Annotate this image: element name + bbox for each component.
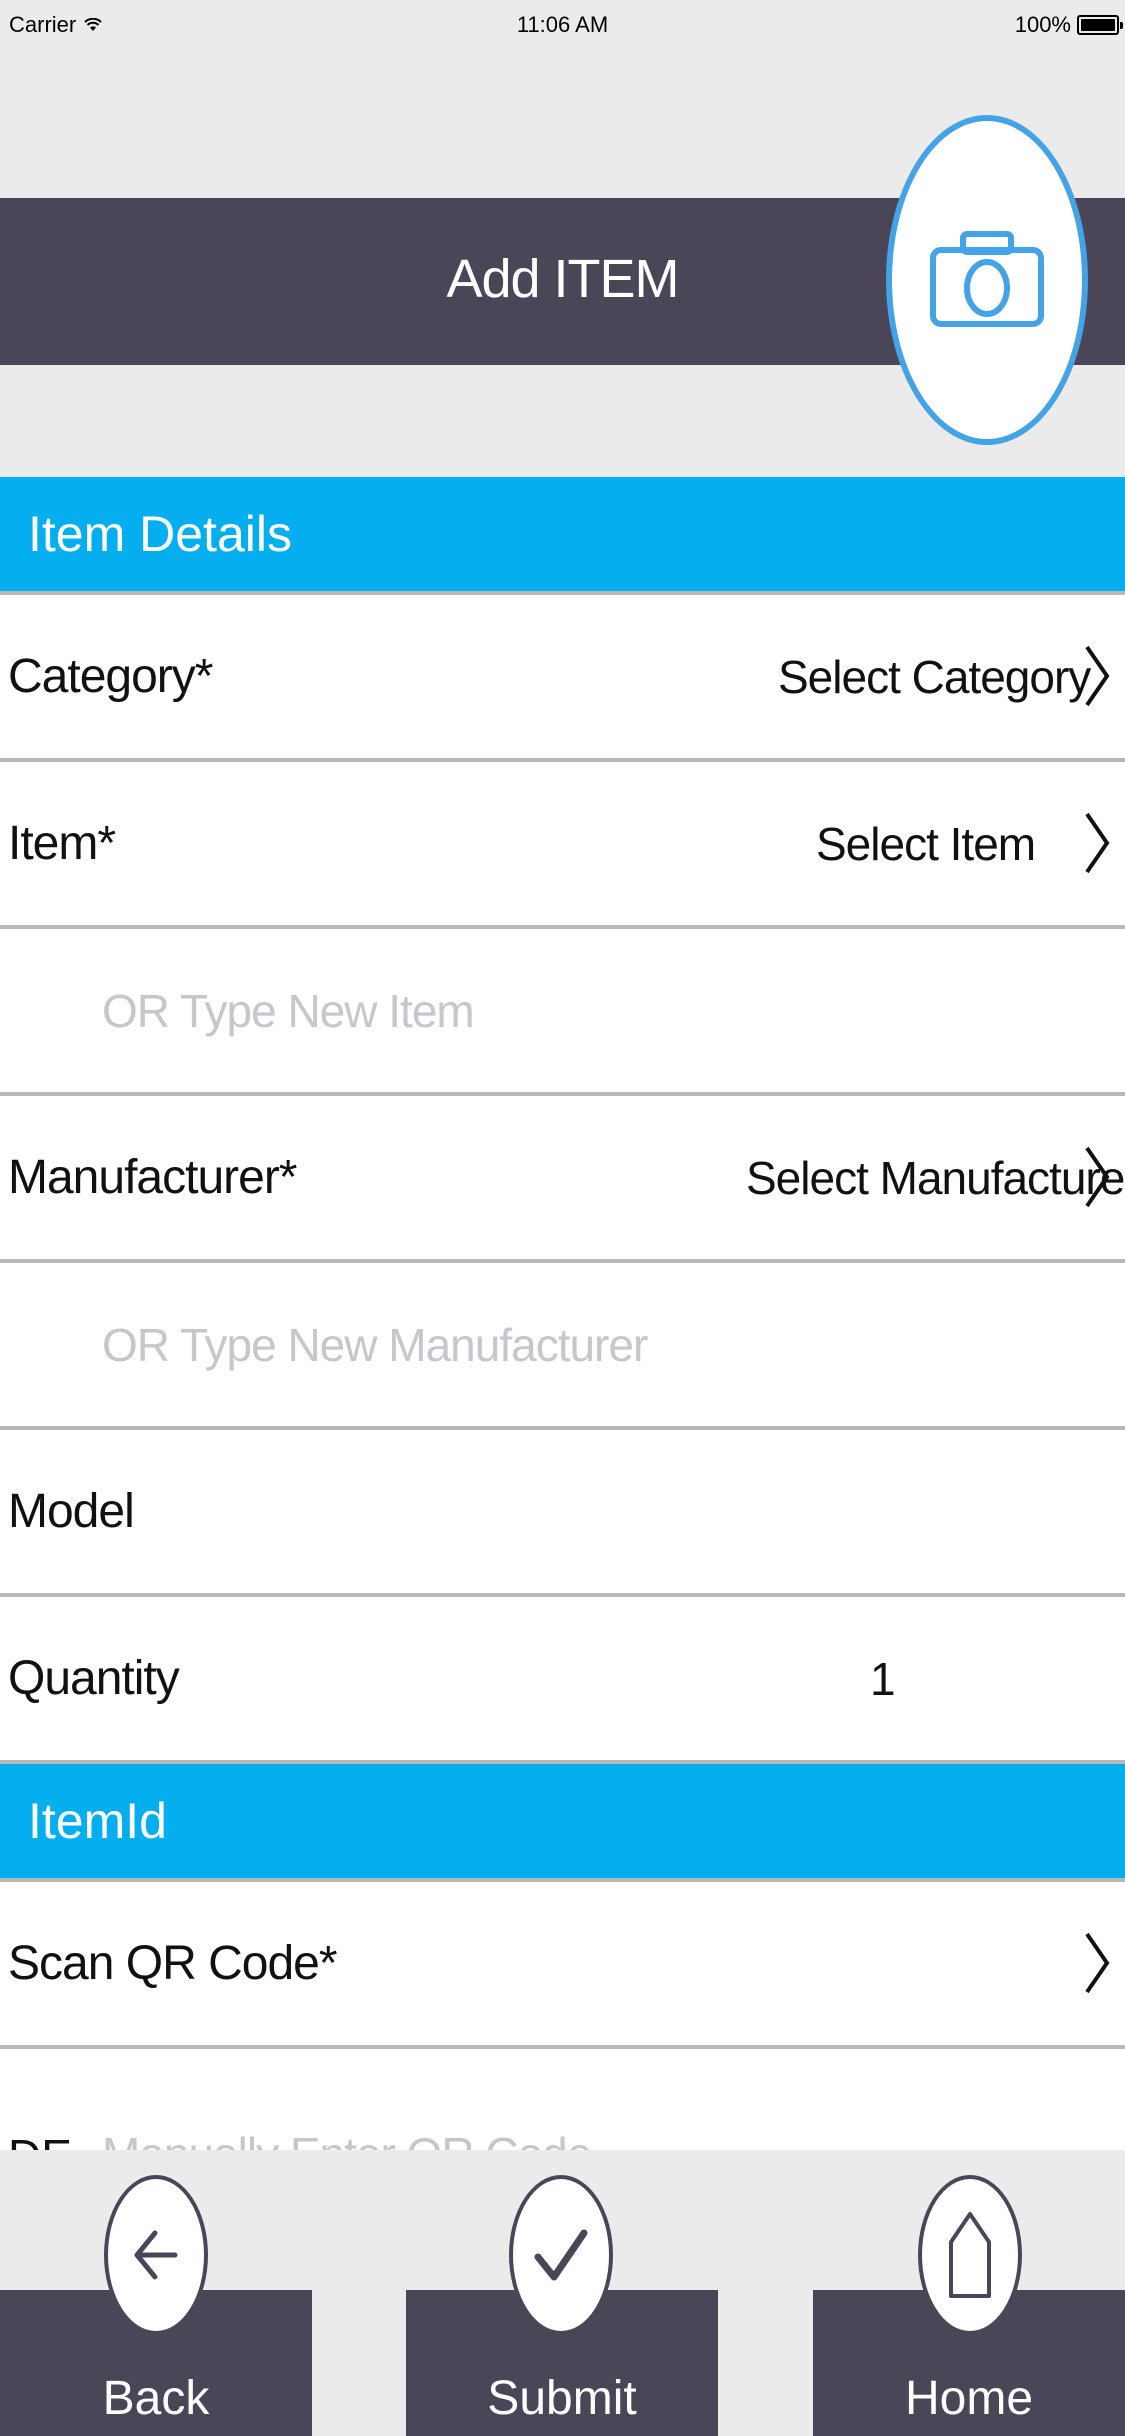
submit-label: Submit bbox=[487, 2372, 637, 2425]
manufacturer-label: Manufacturer* bbox=[8, 1151, 297, 1204]
item-value[interactable]: Select Item bbox=[816, 762, 1036, 925]
item-row[interactable]: Item* Select Item bbox=[0, 762, 1125, 929]
new-item-input[interactable] bbox=[102, 929, 1002, 1092]
chevron-right-icon bbox=[1085, 1146, 1110, 1208]
manufacturer-value[interactable]: Select Manufacturer bbox=[746, 1096, 1125, 1259]
home-label: Home bbox=[904, 2372, 1034, 2425]
checkmark-icon bbox=[534, 2229, 588, 2281]
battery-percent: 100% bbox=[1014, 12, 1071, 37]
camera-icon bbox=[930, 231, 1044, 327]
chevron-right-icon bbox=[1085, 645, 1110, 707]
category-value[interactable]: Select Category bbox=[778, 595, 1091, 758]
battery-icon bbox=[1077, 15, 1123, 35]
category-row[interactable]: Category* Select Category bbox=[0, 595, 1125, 762]
scan-qr-label: Scan QR Code* bbox=[8, 1937, 338, 1990]
chevron-right-icon bbox=[1085, 812, 1110, 874]
quantity-value[interactable]: 1 bbox=[870, 1597, 896, 1760]
new-manufacturer-row bbox=[0, 1263, 1125, 1430]
status-bar: Carrier 11:06 AM 100% bbox=[0, 0, 1125, 50]
new-item-row bbox=[0, 929, 1125, 1096]
arrow-left-icon bbox=[134, 2230, 178, 2280]
manufacturer-row[interactable]: Manufacturer* Select Manufacturer bbox=[0, 1096, 1125, 1263]
chevron-right-icon bbox=[1085, 1932, 1110, 1994]
bottom-nav: Back Submit Home bbox=[0, 2150, 1125, 2436]
submit-circle[interactable] bbox=[509, 2175, 613, 2335]
quantity-row[interactable]: Quantity 1 bbox=[0, 1597, 1125, 1764]
category-label: Category* bbox=[8, 650, 213, 703]
status-time: 11:06 AM bbox=[516, 12, 609, 37]
home-circle[interactable] bbox=[918, 2175, 1022, 2335]
quantity-label: Quantity bbox=[8, 1652, 180, 1705]
section-item-id: ItemId bbox=[0, 1764, 1125, 1882]
model-row[interactable]: Model bbox=[0, 1430, 1125, 1597]
back-label: Back bbox=[102, 2372, 210, 2425]
home-icon bbox=[949, 2212, 991, 2298]
camera-button[interactable] bbox=[886, 115, 1088, 445]
new-manufacturer-input[interactable] bbox=[102, 1263, 1002, 1426]
model-label: Model bbox=[8, 1485, 135, 1538]
scan-qr-row[interactable]: Scan QR Code* bbox=[0, 1882, 1125, 2049]
back-circle[interactable] bbox=[104, 2175, 208, 2335]
item-label: Item* bbox=[8, 817, 116, 870]
section-item-details: Item Details bbox=[0, 477, 1125, 595]
battery-indicator: 100% bbox=[1014, 12, 1123, 38]
